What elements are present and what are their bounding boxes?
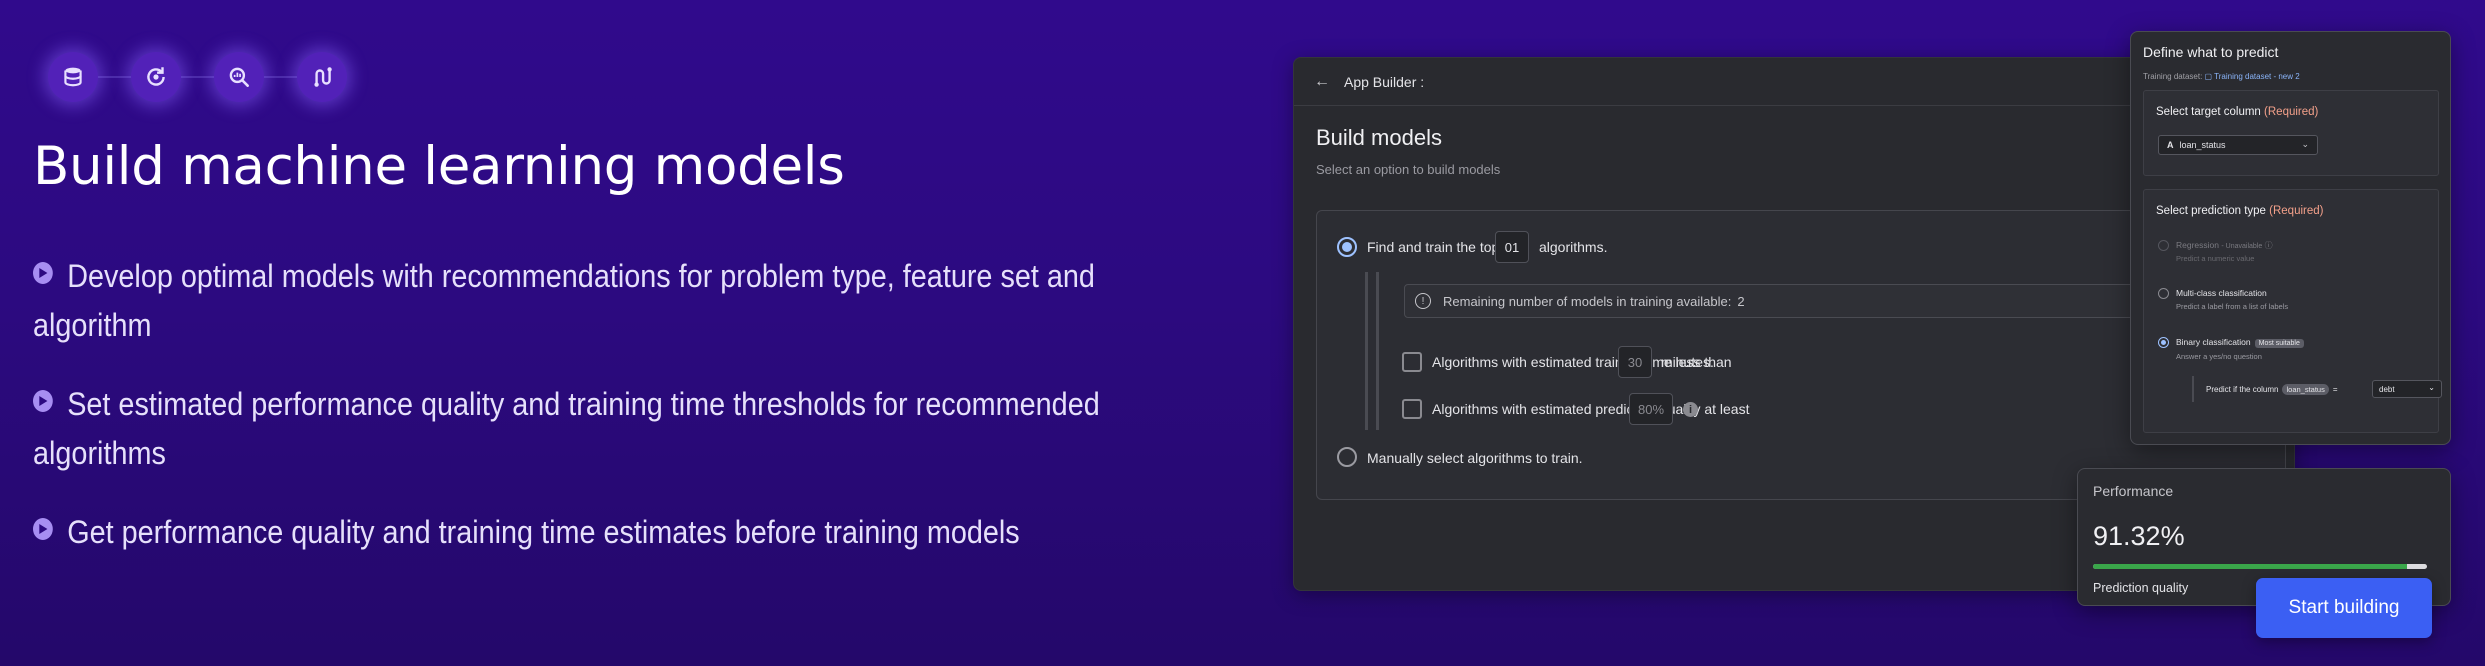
remaining-count: 2 [1737,293,1745,309]
remaining-text: Remaining number of models in training a… [1443,293,1732,309]
regression-label: Regression - Unavailable ⓘ [2176,240,2273,250]
refresh-icon [131,52,181,102]
chevron-down-icon: ⌄ [2428,383,2435,392]
performance-progress [2093,564,2427,569]
info-icon[interactable]: i [1683,402,1698,417]
arrow-circle-icon [33,390,53,412]
performance-value: 91.32% [2093,521,2185,551]
group-divider [1376,272,1379,430]
condition-column: loan_status [2282,383,2329,395]
target-column-section: Select target column (Required) A loan_s… [2143,90,2439,176]
alert-icon: ! [1415,293,1431,309]
arrow-circle-icon [33,518,53,540]
breadcrumb: App Builder : [1344,73,1425,90]
start-building-button[interactable]: Start building [2256,578,2432,638]
multiclass-label: Multi-class classification [2176,288,2267,298]
page-title: Build models [1316,125,1442,150]
binary-desc: Answer a yes/no question [2176,352,2262,361]
feature-text: Develop optimal models with recommendati… [33,258,1095,343]
time-checkbox[interactable] [1402,352,1422,372]
target-column-title: Select target column (Required) [2156,106,2319,118]
feature-icon-row [48,52,348,102]
text-type-icon: A [2167,140,2174,150]
target-column-value: loan_status [2179,140,2226,150]
binary-label: Binary classification Most suitable [2176,337,2304,348]
feature-item: Set estimated performance quality and tr… [33,380,1113,478]
binary-condition: Predict if the column loan_status = debt… [2192,376,2442,402]
quality-label: Algorithms with estimated prediction qua… [1432,401,1750,417]
route-icon [297,52,347,102]
database-icon [48,52,98,102]
performance-title: Performance [2093,483,2174,499]
icon-connector [76,76,320,78]
search-chart-icon [214,52,264,102]
regression-radio[interactable] [2158,240,2169,251]
page-subtitle: Select an option to build models [1316,162,1501,177]
dataset-icon: ▢ [2204,72,2215,81]
arrow-circle-icon [33,262,53,284]
option-top-label: Find and train the top [1367,239,1500,255]
quality-input[interactable]: 80% [1629,393,1673,425]
feature-item: Develop optimal models with recommendati… [33,252,1113,350]
hero-title: Build machine learning models [33,136,845,197]
chevron-down-icon: ⌄ [2301,139,2309,149]
condition-operator: = [2332,384,2338,394]
performance-progress-fill [2093,564,2407,569]
back-arrow-icon[interactable]: ← [1314,73,1330,91]
target-column-select[interactable]: A loan_status ⌄ [2158,135,2318,155]
prediction-type-title: Select prediction type (Required) [2156,205,2324,217]
define-title: Define what to predict [2143,44,2279,60]
feature-list: Develop optimal models with recommendati… [33,252,1133,587]
dataset-label: Training dataset: [2143,72,2203,81]
binary-radio[interactable] [2158,337,2169,348]
dataset-info: Training dataset: ▢ Training dataset - n… [2143,72,2300,81]
option-manual-radio[interactable] [1337,447,1357,467]
feature-item: Get performance quality and training tim… [33,508,1113,557]
condition-value: debt [2379,384,2395,394]
quality-checkbox[interactable] [1402,399,1422,419]
condition-prefix: Predict if the column [2206,384,2279,394]
prediction-type-section: Select prediction type (Required) Regres… [2143,189,2442,433]
top-count-input[interactable]: 01 [1495,231,1529,263]
feature-text: Get performance quality and training tim… [67,514,1020,550]
most-suitable-badge: Most suitable [2254,339,2304,348]
regression-desc: Predict a numeric value [2176,254,2255,263]
option-top-radio[interactable] [1337,237,1357,257]
feature-text: Set estimated performance quality and tr… [33,386,1100,471]
time-input[interactable]: 30 [1618,346,1652,378]
performance-label: Prediction quality [2093,581,2189,595]
multiclass-radio[interactable] [2158,288,2169,299]
multiclass-desc: Predict a label from a list of labels [2176,302,2289,311]
define-target-panel: Define what to predict Training dataset:… [2130,31,2451,445]
condition-value-select[interactable]: debt ⌄ [2372,380,2442,398]
option-manual-label: Manually select algorithms to train. [1367,450,1583,466]
time-suffix: minutes. [1661,354,1714,370]
dataset-link[interactable]: Training dataset - new 2 [2214,72,2300,81]
option-top-suffix: algorithms. [1539,239,1608,255]
